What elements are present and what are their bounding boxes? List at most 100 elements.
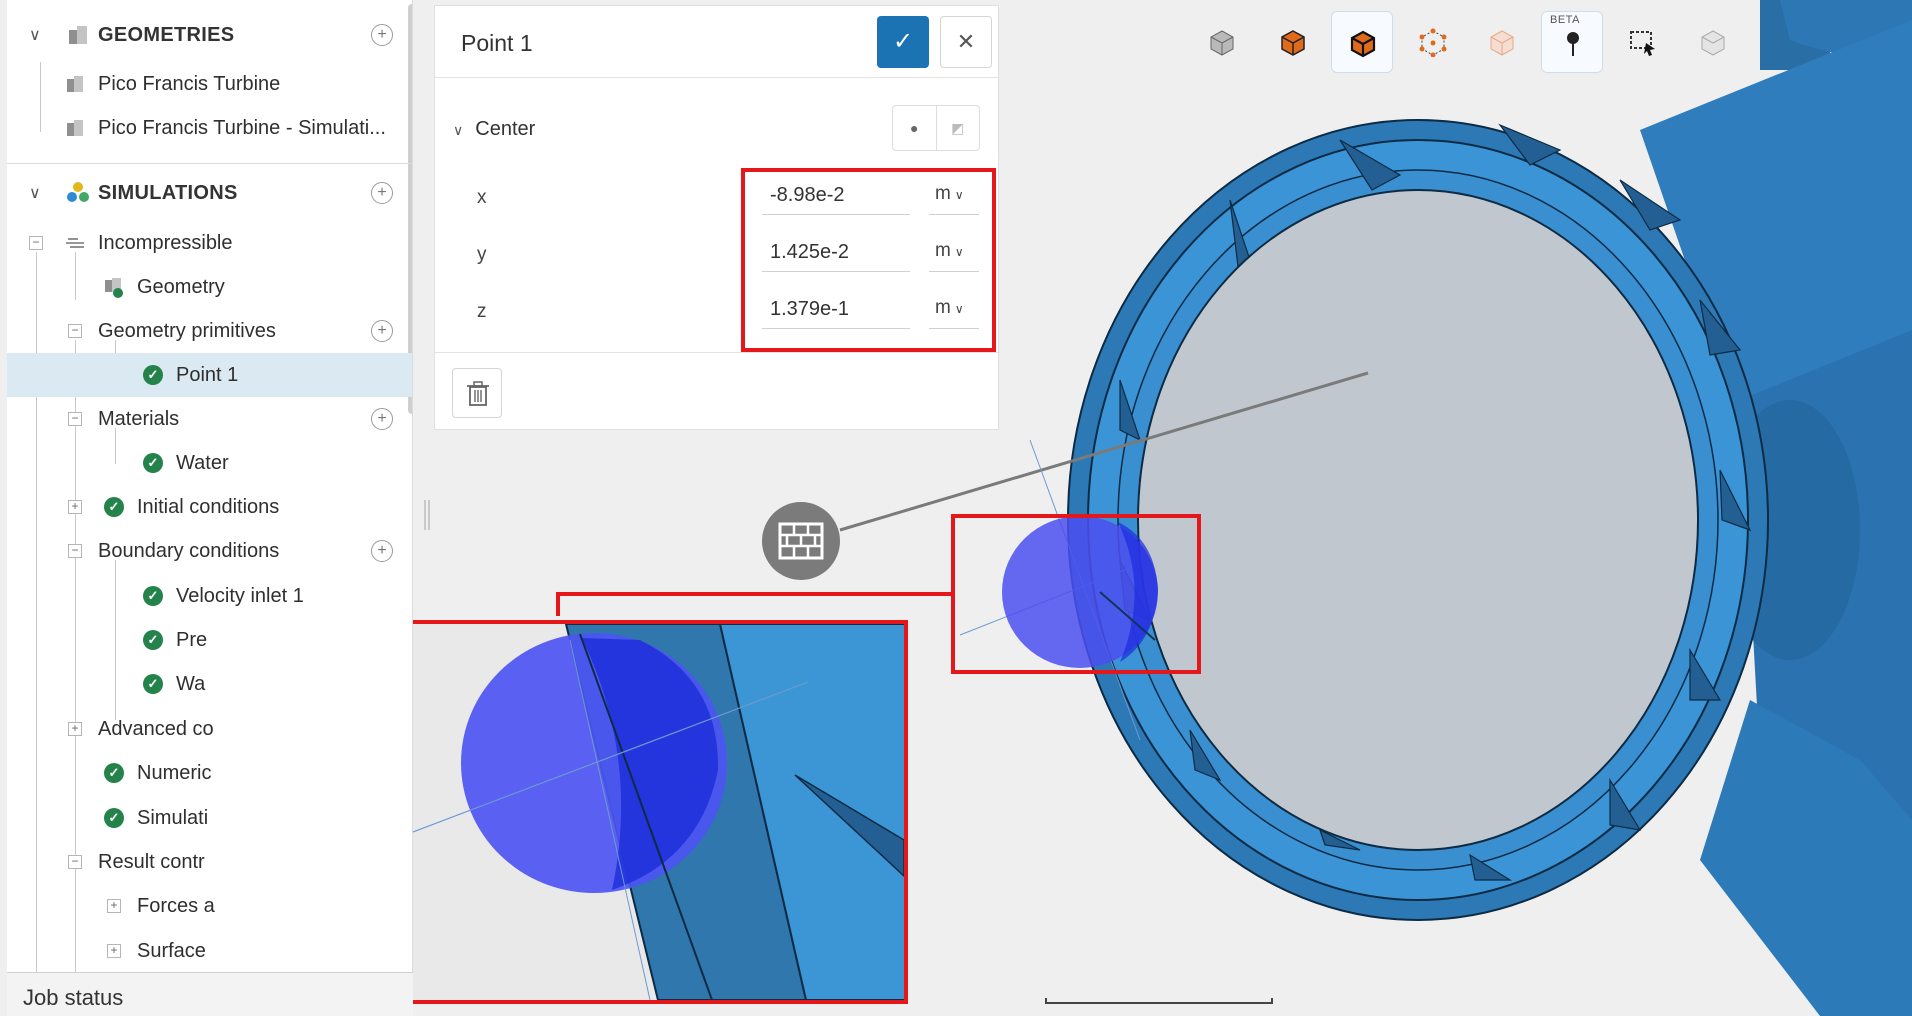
check-icon: ✓ [104,763,124,783]
cube-vertices-icon[interactable] [1402,11,1464,73]
check-icon: ✓ [143,365,163,385]
expand-toggle[interactable]: + [68,722,82,736]
tree-item-label: Point 1 [176,363,239,386]
app-root: BETA ∨ GEOMETRIES + Pico Francis Turbine… [0,0,1912,1016]
point-properties-panel: Point 1 ✓ ✕ ∨Center ● ◩ x m∨ y m∨ z m∨ [434,5,1000,430]
scale-bar [1045,998,1273,1004]
tree-item-pressure-outlet[interactable]: ✓ Pre [7,618,412,662]
confirm-button[interactable]: ✓ [877,16,929,68]
tree-item-velocity-inlet[interactable]: ✓ Velocity inlet 1 [7,574,412,618]
tree-item-label: Geometry [137,275,225,298]
geometry-icon [67,120,83,136]
chevron-down-icon[interactable]: ∨ [29,25,41,45]
delete-button[interactable] [452,368,502,418]
expand-toggle[interactable]: + [68,500,82,514]
geometries-title: GEOMETRIES [98,23,235,46]
point-input-icon[interactable]: ● [893,106,936,150]
add-geometry-button[interactable]: + [371,24,393,46]
pick-point-icon[interactable]: ◩ [935,106,980,150]
add-primitive-button[interactable]: + [371,320,393,342]
tree-item-label: Materials [98,407,180,430]
tree-item-geometry[interactable]: Geometry [7,265,412,309]
chevron-down-icon: ∨ [453,122,464,138]
center-section-title: Center [475,118,536,140]
check-icon: ✓ [143,453,163,473]
simulations-icon [67,182,89,202]
tree-item-numerics[interactable]: ✓ Numeric [7,751,412,795]
geometry-valid-icon [105,278,123,298]
tree-item-label: Boundary conditions [98,539,280,562]
tree-item-label: Geometry primitives [98,319,276,342]
tree-item-label: Advanced co [98,717,214,740]
tree-item-wall[interactable]: ✓ Wa [7,662,412,706]
geometry-icon [67,76,83,92]
wall-badge-icon[interactable] [762,502,840,580]
geometries-header[interactable]: ∨ GEOMETRIES + [7,6,412,64]
tree-item-label: Numeric [137,761,212,784]
tree-item-forces[interactable]: + Forces a [7,884,412,928]
simulations-title: SIMULATIONS [98,181,238,204]
tree-item-initial-conditions[interactable]: + ✓ Initial conditions [7,485,412,529]
tree-item-result-control[interactable]: − Result contr [7,840,412,884]
tree-item-point-1[interactable]: ✓ Point 1 [7,353,412,397]
collapse-toggle[interactable]: − [68,412,82,426]
cube-edges-icon[interactable] [1331,11,1393,73]
tree-item-materials[interactable]: − Materials + [7,397,412,441]
add-boundary-condition-button[interactable]: + [371,540,393,562]
probe-point-icon[interactable]: BETA [1541,11,1603,73]
tree-item-geometry-1[interactable]: Pico Francis Turbine [7,62,412,106]
chevron-down-icon[interactable]: ∨ [29,183,41,203]
simulation-lines-icon [66,238,84,248]
collapse-toggle[interactable]: − [29,236,43,250]
geometries-icon [69,26,87,44]
tree-item-label: Velocity inlet 1 [176,584,304,607]
expand-toggle[interactable]: + [107,899,121,913]
tree-item-label: Pico Francis Turbine [98,72,281,95]
check-icon: ✓ [143,630,163,650]
add-simulation-button[interactable]: + [371,182,393,204]
tree-item-boundary-conditions[interactable]: − Boundary conditions + [7,529,412,573]
add-material-button[interactable]: + [371,408,393,430]
box-select-icon[interactable] [1612,11,1674,73]
check-icon: ✓ [892,28,914,55]
simulation-tree: ∨ GEOMETRIES + Pico Francis Turbine Pico… [7,0,413,972]
tree-item-geometry-primitives[interactable]: − Geometry primitives + [7,309,412,353]
beta-badge: BETA [1550,14,1580,26]
close-button[interactable]: ✕ [940,16,992,68]
collapse-toggle[interactable]: − [68,544,82,558]
tree-item-label: Initial conditions [137,495,280,518]
hidden-parts-icon[interactable] [1682,11,1744,73]
solid-cube-icon[interactable] [1262,11,1324,73]
tree-item-label: Pre [176,628,208,651]
tree-item-water[interactable]: ✓ Water [7,441,412,485]
tree-item-simulation-control[interactable]: ✓ Simulati [7,796,412,840]
job-status-bar[interactable]: Job status [7,972,413,1016]
tree-item-label: Surface [137,939,206,962]
tree-item-incompressible[interactable]: − Incompressible [7,221,412,265]
transparent-cube-icon[interactable] [1471,11,1533,73]
check-icon: ✓ [104,808,124,828]
coordinates-highlight-box [741,168,996,352]
tree-item-label: Simulati [137,806,209,829]
cube-view-icon[interactable] [1191,11,1253,73]
x-label: x [477,187,487,208]
panel-resize-handle[interactable] [424,500,430,530]
expand-toggle[interactable]: + [107,944,121,958]
close-icon: ✕ [956,29,976,54]
tree-item-label: Wa [176,672,206,695]
point-mode-toggle[interactable]: ● ◩ [892,105,980,151]
tree-item-surface[interactable]: + Surface [7,929,412,972]
job-status-label: Job status [23,985,124,1010]
check-icon: ✓ [143,674,163,694]
tree-item-label: Pico Francis Turbine - Simulati... [98,116,386,139]
tree-item-geometry-2[interactable]: Pico Francis Turbine - Simulati... [7,106,412,150]
collapse-toggle[interactable]: − [68,324,82,338]
check-icon: ✓ [143,586,163,606]
center-section-toggle[interactable]: ∨ Center [453,118,535,141]
collapse-toggle[interactable]: − [68,855,82,869]
sphere-highlight-box [951,514,1201,674]
simulations-header[interactable]: ∨ SIMULATIONS + [7,164,412,222]
tree-item-advanced-concepts[interactable]: + Advanced co [7,707,412,751]
tree-item-label: Result contr [98,850,205,873]
tree-item-label: Forces a [137,894,215,917]
